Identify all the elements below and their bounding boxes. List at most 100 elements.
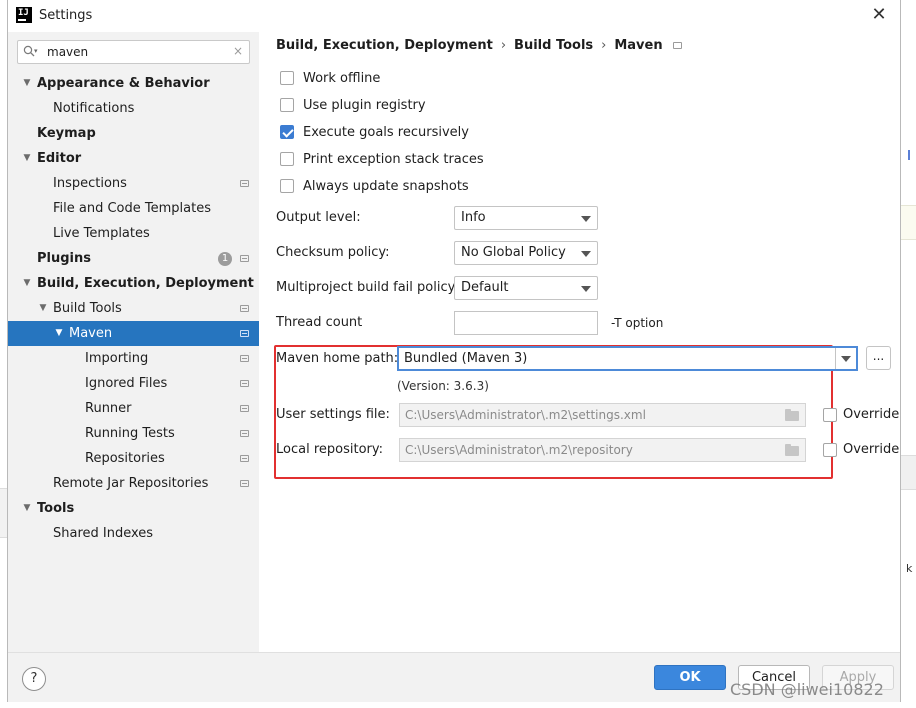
checksum-policy-value: No Global Policy — [461, 245, 566, 260]
tree-item[interactable]: ▼ Tools — [8, 496, 259, 521]
clear-search-icon[interactable]: × — [233, 44, 243, 58]
project-settings-icon — [240, 180, 249, 187]
tree-item[interactable]: Plugins 1 — [8, 246, 259, 271]
breadcrumb-separator: › — [601, 38, 607, 53]
tree-item-label: Runner — [85, 401, 132, 416]
output-level-label: Output level: — [276, 210, 361, 225]
project-settings-icon — [672, 42, 682, 49]
chevron-down-icon — [581, 216, 591, 222]
title-bar: IJ Settings ✕ — [8, 0, 900, 32]
project-settings-icon — [240, 305, 249, 312]
checksum-policy-dropdown[interactable]: No Global Policy — [454, 241, 598, 265]
ok-button[interactable]: OK — [654, 665, 726, 690]
settings-tree: ▼ Appearance & Behavior Notifications Keyma… — [8, 71, 259, 546]
browse-maven-home-button[interactable]: ... — [866, 346, 891, 370]
thread-count-hint: -T option — [611, 316, 664, 330]
tree-item-label: Ignored Files — [85, 376, 168, 391]
chevron-down-icon[interactable]: ▼ — [21, 271, 33, 296]
use-plugin-registry-checkbox[interactable] — [280, 98, 294, 112]
update-count-badge: 1 — [218, 252, 232, 266]
chevron-down-icon[interactable]: ▼ — [21, 146, 33, 171]
watermark: CSDN @liwei10822 — [730, 680, 884, 699]
tree-item[interactable]: Notifications — [8, 96, 259, 121]
multiproject-fail-policy-dropdown[interactable]: Default — [454, 276, 598, 300]
search-input[interactable] — [47, 44, 217, 60]
maven-version-label: (Version: 3.6.3) — [397, 379, 489, 393]
window-title: Settings — [39, 8, 93, 23]
tree-item-label: Importing — [85, 351, 149, 366]
tree-item-label: Maven — [69, 326, 113, 341]
tree-item[interactable]: ▼ Maven — [8, 321, 259, 346]
folder-icon[interactable] — [785, 409, 799, 421]
maven-home-combobox[interactable]: Bundled (Maven 3) — [397, 346, 858, 371]
breadcrumb-separator: › — [500, 38, 507, 53]
local-repository-field[interactable]: C:\Users\Administrator\.m2\repository — [399, 438, 806, 462]
breadcrumb-item[interactable]: Build Tools — [514, 38, 593, 53]
tree-item-label: Build Tools — [53, 301, 122, 316]
maven-home-value: Bundled (Maven 3) — [404, 351, 528, 366]
chevron-down-icon — [581, 286, 591, 292]
user-settings-value: C:\Users\Administrator\.m2\settings.xml — [405, 408, 646, 422]
tree-item[interactable]: Runner — [8, 396, 259, 421]
chevron-down-icon[interactable]: ▼ — [21, 71, 33, 96]
local-repository-override-checkbox[interactable] — [823, 443, 837, 457]
local-repository-value: C:\Users\Administrator\.m2\repository — [405, 443, 633, 457]
project-settings-icon — [240, 455, 249, 462]
multiproject-fail-policy-value: Default — [461, 280, 509, 295]
tree-item[interactable]: Remote Jar Repositories — [8, 471, 259, 496]
search-history-dropdown-icon[interactable]: ▾ — [34, 47, 38, 55]
tree-item[interactable]: Importing — [8, 346, 259, 371]
tree-item-label: Keymap — [37, 126, 96, 141]
maven-settings-panel: Build, Execution, Deployment › Build Tools… — [259, 32, 900, 652]
tree-item[interactable]: ▼ Editor — [8, 146, 259, 171]
work-offline-label: Work offline — [303, 71, 381, 86]
tree-item[interactable]: File and Code Templates — [8, 196, 259, 221]
user-settings-override-checkbox[interactable] — [823, 408, 837, 422]
local-repository-label: Local repository: — [276, 442, 383, 457]
search-box[interactable]: ▾ × — [17, 40, 250, 64]
print-exception-stack-traces-label: Print exception stack traces — [303, 152, 484, 167]
chevron-down-icon[interactable]: ▼ — [21, 496, 33, 521]
tree-item[interactable]: ▼ Build Tools — [8, 296, 259, 321]
settings-sidebar: ▾ × ▼ Appearance & Behavior Notifications K… — [8, 32, 259, 652]
tree-item[interactable]: ▼ Appearance & Behavior — [8, 71, 259, 96]
project-settings-icon — [240, 330, 249, 337]
help-button[interactable]: ? — [22, 667, 46, 691]
folder-icon[interactable] — [785, 444, 799, 456]
maven-home-label: Maven home path: — [276, 351, 399, 366]
background-window-right: k — [900, 0, 916, 708]
execute-goals-recursively-checkbox[interactable] — [280, 125, 294, 139]
tree-item-label: Live Templates — [53, 226, 150, 241]
print-exception-stack-traces-checkbox[interactable] — [280, 152, 294, 166]
user-settings-field[interactable]: C:\Users\Administrator\.m2\settings.xml — [399, 403, 806, 427]
close-icon[interactable]: ✕ — [868, 4, 890, 26]
project-settings-icon — [240, 480, 249, 487]
tree-item-label: File and Code Templates — [53, 201, 211, 216]
tree-item[interactable]: ▼ Build, Execution, Deployment — [8, 271, 259, 296]
breadcrumb-item-current: Maven — [614, 38, 663, 53]
project-settings-icon — [240, 405, 249, 412]
chevron-down-icon — [581, 251, 591, 257]
work-offline-checkbox[interactable] — [280, 71, 294, 85]
tree-item-label: Remote Jar Repositories — [53, 476, 209, 491]
tree-item[interactable]: Shared Indexes — [8, 521, 259, 546]
thread-count-input[interactable] — [454, 311, 598, 335]
tree-item[interactable]: Inspections — [8, 171, 259, 196]
chevron-down-icon[interactable]: ▼ — [37, 296, 49, 321]
always-update-snapshots-checkbox[interactable] — [280, 179, 294, 193]
tree-item[interactable]: Repositories — [8, 446, 259, 471]
thread-count-label: Thread count — [276, 315, 363, 330]
override-label: Override — [843, 442, 900, 457]
tree-item-label: Notifications — [53, 101, 135, 116]
breadcrumb-item[interactable]: Build, Execution, Deployment — [276, 38, 493, 53]
output-level-dropdown[interactable]: Info — [454, 206, 598, 230]
project-settings-icon — [240, 355, 249, 362]
tree-item-label: Running Tests — [85, 426, 175, 441]
use-plugin-registry-label: Use plugin registry — [303, 98, 426, 113]
tree-item[interactable]: Keymap — [8, 121, 259, 146]
chevron-down-icon[interactable]: ▼ — [53, 321, 65, 346]
tree-item[interactable]: Live Templates — [8, 221, 259, 246]
chevron-down-icon[interactable] — [835, 348, 856, 369]
tree-item[interactable]: Ignored Files — [8, 371, 259, 396]
tree-item[interactable]: Running Tests — [8, 421, 259, 446]
